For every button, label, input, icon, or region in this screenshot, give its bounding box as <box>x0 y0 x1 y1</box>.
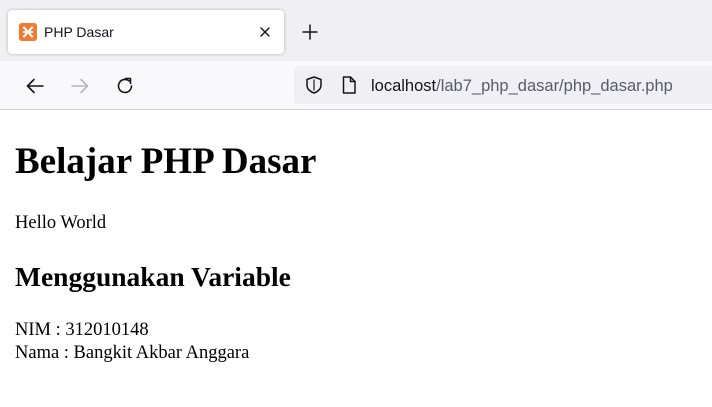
page-icon[interactable] <box>340 75 358 95</box>
xampp-icon <box>19 23 37 41</box>
page-content: Belajar PHP Dasar Hello World Menggunaka… <box>0 110 712 407</box>
address-bar[interactable]: localhost/lab7_php_dasar/php_dasar.php <box>294 66 712 104</box>
tab-strip: PHP Dasar <box>0 0 712 61</box>
close-icon[interactable] <box>255 22 275 42</box>
arrow-left-icon[interactable] <box>24 75 46 97</box>
arrow-right-icon[interactable] <box>69 75 91 97</box>
url-path: /lab7_php_dasar/php_dasar.php <box>436 77 673 95</box>
plus-icon[interactable] <box>300 22 320 42</box>
nama-line: Nama : Bangkit Akbar Anggara <box>15 343 250 363</box>
reload-icon[interactable] <box>114 75 136 97</box>
url-host: localhost <box>371 77 437 95</box>
page-title: Belajar PHP Dasar <box>15 141 317 182</box>
url-text[interactable]: localhost/lab7_php_dasar/php_dasar.php <box>371 76 673 96</box>
tab-title: PHP Dasar <box>44 24 114 40</box>
navigation-toolbar: localhost/lab7_php_dasar/php_dasar.php <box>0 61 712 110</box>
shield-icon[interactable] <box>304 75 324 95</box>
nim-line: NIM : 312010148 <box>15 320 149 340</box>
tab-php-dasar[interactable]: PHP Dasar <box>8 10 284 54</box>
hello-text: Hello World <box>15 213 107 233</box>
student-info: NIM : 312010148 Nama : Bangkit Akbar Ang… <box>15 319 249 365</box>
section-heading: Menggunakan Variable <box>15 261 291 292</box>
